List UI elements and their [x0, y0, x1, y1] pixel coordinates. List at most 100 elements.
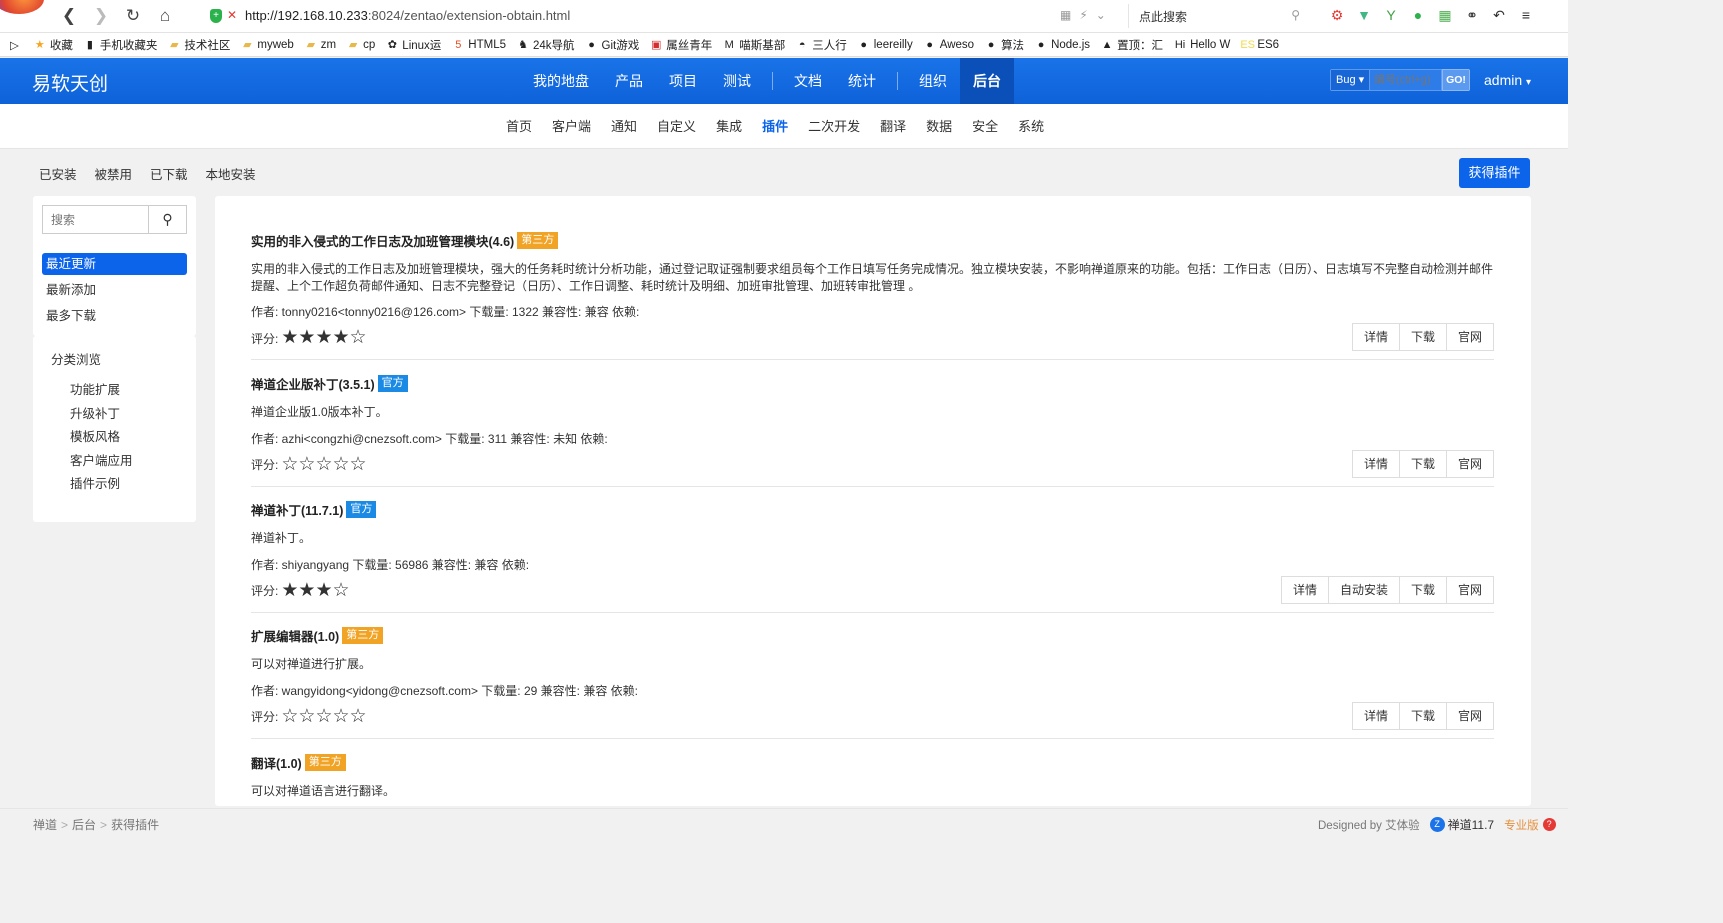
search-type-select[interactable]: Bug ▾	[1330, 69, 1370, 91]
extension-action-button[interactable]: 官网	[1445, 576, 1494, 604]
breadcrumb-item[interactable]: 禅道	[33, 818, 57, 832]
user-menu[interactable]: admin ▾	[1484, 72, 1531, 88]
reload-icon[interactable]: ↻	[122, 5, 144, 27]
nav-item[interactable]: 我的地盘	[520, 58, 602, 104]
extension-title[interactable]: 禅道补丁(11.7.1)	[251, 500, 343, 519]
category-item[interactable]: 模板风格	[70, 426, 133, 450]
extension-action-button[interactable]: 详情	[1280, 576, 1329, 604]
filter-tab[interactable]: 已下载	[141, 164, 197, 183]
extension-action-button[interactable]: 下载	[1398, 450, 1447, 478]
security-shield-icon[interactable]: +	[210, 9, 222, 23]
extension-action-button[interactable]: 详情	[1351, 450, 1400, 478]
extension-title[interactable]: 实用的非入侵式的工作日志及加班管理模块(4.6)	[251, 231, 514, 250]
address-bar[interactable]: http://192.168.10.233:8024/zentao/extens…	[245, 8, 570, 23]
search-go-button[interactable]: GO!	[1442, 69, 1470, 91]
extension-title[interactable]: 翻译(1.0)	[251, 753, 302, 772]
search-icon[interactable]: ⚲	[149, 205, 187, 234]
edition-label[interactable]: 专业版	[1504, 817, 1539, 833]
brand-name[interactable]: 易软天创	[32, 69, 108, 96]
sidebar-search-input[interactable]	[42, 205, 149, 234]
browser-search-box[interactable]: 点此搜索 ⚲	[1128, 4, 1308, 28]
vue-devtools-icon[interactable]: ▼	[1355, 6, 1373, 24]
bookmark-item[interactable]: ▰ cp	[346, 37, 375, 53]
category-item[interactable]: 升级补丁	[70, 403, 133, 427]
nav-item[interactable]: 组织	[906, 58, 960, 104]
extension-action-button[interactable]: 下载	[1398, 702, 1447, 730]
bookmark-item[interactable]: ▰ 技术社区	[167, 37, 230, 53]
bookmark-item[interactable]: ✿ Linux运	[385, 37, 442, 53]
category-item[interactable]: 功能扩展	[70, 379, 133, 403]
extension-action-button[interactable]: 下载	[1398, 323, 1447, 351]
bookmark-item[interactable]: ● Aweso	[923, 37, 974, 53]
extension-action-button[interactable]: 详情	[1351, 323, 1400, 351]
subnav-item[interactable]: 插件	[752, 104, 798, 149]
search-icon[interactable]: ⚲	[1291, 8, 1300, 22]
bookmark-item[interactable]: ♞ 24k导航	[516, 37, 574, 53]
extension-action-button[interactable]: 详情	[1351, 702, 1400, 730]
category-item[interactable]: 插件示例	[70, 473, 133, 497]
bookmark-item[interactable]: ▰ myweb	[240, 37, 294, 53]
translate-icon[interactable]: ●	[1409, 6, 1427, 24]
extension-title[interactable]: 扩展编辑器(1.0)	[251, 626, 339, 645]
apps-grid-icon[interactable]: ▦	[1436, 6, 1454, 24]
extension-action-button[interactable]: 自动安装	[1327, 576, 1400, 604]
back-icon[interactable]: ❮	[58, 5, 80, 27]
nav-item[interactable]: 统计	[835, 58, 889, 104]
subnav-item[interactable]: 自定义	[647, 104, 706, 149]
bookmark-item[interactable]: ● leereilly	[857, 37, 912, 53]
subnav-item[interactable]: 首页	[496, 104, 542, 149]
breadcrumb-item[interactable]: 后台	[72, 818, 96, 832]
subnav-item[interactable]: 系统	[1008, 104, 1054, 149]
bookmark-item[interactable]: 5 HTML5	[451, 37, 506, 53]
extension-y-icon[interactable]: Y	[1382, 6, 1400, 24]
extension-action-button[interactable]: 官网	[1445, 450, 1494, 478]
bookmark-item[interactable]: Hi Hello W	[1173, 37, 1230, 53]
nav-item[interactable]: 项目	[656, 58, 710, 104]
filter-tab[interactable]: 本地安装	[197, 164, 265, 183]
extension-action-button[interactable]: 官网	[1445, 702, 1494, 730]
sort-item[interactable]: 最近更新	[42, 253, 187, 275]
subnav-item[interactable]: 翻译	[870, 104, 916, 149]
bookmark-item[interactable]: ▮ 手机收藏夹	[83, 37, 158, 53]
bookmark-item[interactable]: ● 算法	[984, 37, 1024, 53]
subnav-item[interactable]: 集成	[706, 104, 752, 149]
subnav-item[interactable]: 通知	[601, 104, 647, 149]
nav-item[interactable]: 测试	[710, 58, 764, 104]
sidebar-toggle-icon[interactable]: ▷	[10, 38, 19, 52]
subnav-item[interactable]: 客户端	[542, 104, 601, 149]
bookmark-item[interactable]: M 喵斯基部	[722, 37, 786, 53]
subnav-item[interactable]: 安全	[962, 104, 1008, 149]
obtain-extension-button[interactable]: 获得插件	[1459, 158, 1530, 188]
bookmark-item[interactable]: ▲ 置顶：汇	[1100, 37, 1163, 53]
filter-tab[interactable]: 被禁用	[86, 164, 142, 183]
help-icon[interactable]: ?	[1542, 818, 1556, 831]
bookmark-item[interactable]: ▣ 属丝青年	[649, 37, 712, 53]
menu-icon[interactable]: ≡	[1517, 6, 1535, 24]
extension-share-icon[interactable]: ⚙	[1328, 6, 1346, 24]
subnav-item[interactable]: 二次开发	[798, 104, 870, 149]
extension-action-button[interactable]: 下载	[1398, 576, 1447, 604]
headphones-icon[interactable]: ⚭	[1463, 6, 1481, 24]
search-input[interactable]	[1370, 69, 1442, 91]
version-label[interactable]: 禅道11.7	[1448, 816, 1494, 833]
extension-action-button[interactable]: 官网	[1445, 323, 1494, 351]
address-tools-icon[interactable]: ▦⚡⌄	[1060, 8, 1114, 22]
bookmark-item[interactable]: ES ES6	[1240, 37, 1279, 53]
extension-title[interactable]: 禅道企业版补丁(3.5.1)	[251, 374, 375, 393]
bookmark-item[interactable]: ★ 收藏	[33, 37, 73, 53]
subnav-item[interactable]: 数据	[916, 104, 962, 149]
undo-icon[interactable]: ↶	[1490, 6, 1508, 24]
category-item[interactable]: 客户端应用	[70, 450, 133, 474]
sort-item[interactable]: 最多下载	[42, 305, 187, 331]
bookmark-item[interactable]: ▰ zm	[304, 37, 337, 53]
forward-icon[interactable]: ❯	[90, 5, 112, 27]
home-icon[interactable]: ⌂	[154, 5, 176, 27]
bookmark-item[interactable]: ● Node.js	[1034, 37, 1090, 53]
nav-item[interactable]: 文档	[781, 58, 835, 104]
sort-item[interactable]: 最新添加	[42, 279, 187, 305]
filter-tab[interactable]: 已安装	[30, 164, 86, 183]
bookmark-item[interactable]: ● Git游戏	[585, 37, 639, 53]
bookmark-item[interactable]: ◓ 三人行	[795, 37, 847, 53]
nav-item[interactable]: 产品	[602, 58, 656, 104]
nav-item[interactable]: 后台	[960, 58, 1014, 104]
